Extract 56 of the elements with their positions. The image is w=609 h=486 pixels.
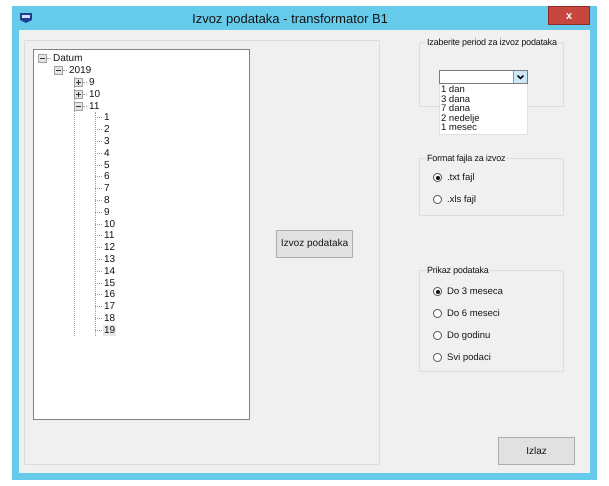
tree-item[interactable]: 14: [103, 266, 116, 277]
tree-item[interactable]: Datum: [52, 53, 84, 64]
dropdown-option[interactable]: 7 dana: [441, 104, 527, 114]
window-title: Izvoz podataka - transformator B1: [191, 10, 389, 26]
radio-label[interactable]: Svi podaci: [447, 352, 491, 363]
tree-item[interactable]: 5: [103, 160, 111, 171]
radio-label[interactable]: .txt fajl: [447, 172, 474, 183]
tree-item[interactable]: 9: [88, 76, 96, 88]
tree-item[interactable]: 17: [103, 301, 116, 312]
radio-button[interactable]: [433, 173, 442, 182]
tree-item[interactable]: 2019: [68, 65, 92, 76]
tree-item[interactable]: 8: [103, 194, 111, 206]
tree-item[interactable]: 15: [103, 278, 116, 289]
expand-icon[interactable]: [74, 90, 83, 99]
tree-item[interactable]: 13: [103, 254, 116, 265]
tree-item[interactable]: 11: [103, 230, 116, 242]
radio-label[interactable]: .xls fajl: [447, 194, 476, 205]
tree-item[interactable]: 10: [103, 218, 116, 230]
tree-item[interactable]: 18: [103, 312, 116, 324]
tree-item[interactable]: 10: [88, 88, 102, 100]
close-button[interactable]: x: [548, 6, 590, 25]
dropdown-option[interactable]: 1 dan: [441, 85, 527, 95]
collapse-icon[interactable]: [54, 66, 63, 76]
dropdown-option[interactable]: 2 nedelje: [441, 114, 527, 124]
tree-item[interactable]: 19: [103, 324, 116, 336]
group-title: Format fajla za izvoz: [426, 153, 506, 163]
group-title: Prikaz podataka: [426, 265, 490, 275]
dropdown-option[interactable]: 1 mesec: [441, 123, 527, 133]
tree-item[interactable]: 11: [88, 100, 100, 112]
collapse-icon[interactable]: [74, 102, 83, 111]
tree-item[interactable]: 3: [103, 136, 111, 147]
tree-item[interactable]: 2: [103, 124, 111, 136]
radio-button[interactable]: [433, 287, 442, 296]
radio-label[interactable]: Do 3 meseca: [447, 286, 503, 297]
app-icon: [20, 13, 32, 23]
chevron-down-icon: [517, 74, 524, 80]
period-dropdown[interactable]: [439, 70, 528, 84]
tree-item[interactable]: 16: [103, 289, 116, 300]
group-title: Izaberite period za izvoz podataka: [426, 37, 558, 47]
tree-item[interactable]: 6: [103, 171, 111, 182]
radio-label[interactable]: Do godinu: [447, 330, 490, 341]
radio-button[interactable]: [433, 309, 442, 318]
radio-button[interactable]: [433, 195, 442, 204]
tree-item[interactable]: 1: [103, 112, 111, 124]
export-button[interactable]: Izvoz podataka: [276, 230, 353, 258]
tree-item[interactable]: 12: [103, 242, 116, 254]
tree-item[interactable]: 4: [103, 148, 111, 159]
dropdown-option[interactable]: 3 dana: [441, 94, 527, 104]
radio-button[interactable]: [433, 331, 442, 340]
expand-icon[interactable]: [74, 78, 83, 87]
radio-button[interactable]: [433, 353, 442, 362]
collapse-icon[interactable]: [38, 54, 47, 64]
tree-item[interactable]: 7: [103, 183, 111, 194]
tree-item[interactable]: 9: [103, 206, 111, 218]
radio-label[interactable]: Do 6 meseci: [447, 308, 500, 319]
exit-button[interactable]: Izlaz: [498, 437, 575, 465]
